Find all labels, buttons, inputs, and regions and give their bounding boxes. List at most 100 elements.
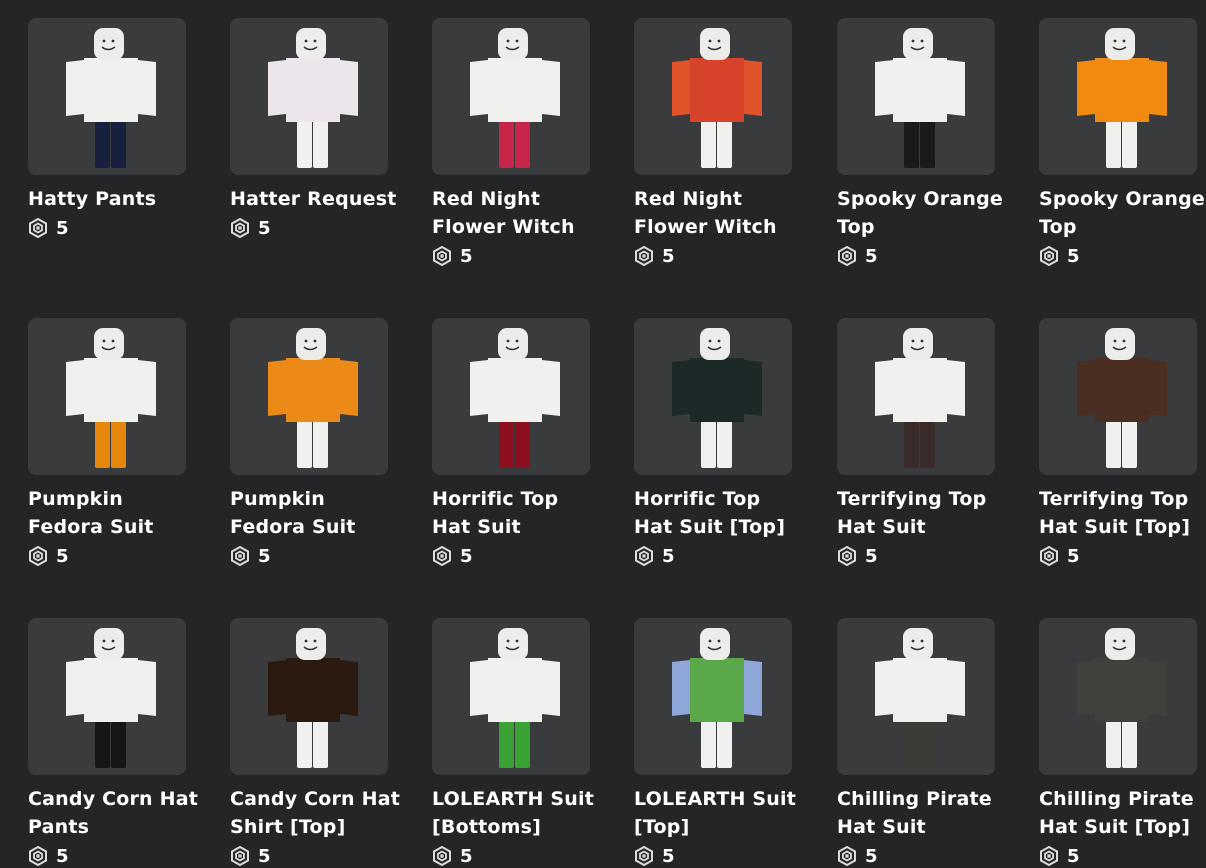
item-name[interactable]: Candy Corn Hat Shirt [Top] <box>230 785 400 841</box>
catalog-item-card[interactable]: Red Night Flower Witch 5 <box>432 18 592 268</box>
robux-icon <box>838 546 856 566</box>
item-thumbnail[interactable] <box>634 318 792 475</box>
avatar-thumbnail <box>66 28 156 168</box>
item-name[interactable]: Red Night Flower Witch <box>432 185 602 241</box>
price-value: 5 <box>662 545 675 567</box>
robux-icon <box>1040 246 1058 266</box>
catalog-item-card[interactable]: Spooky Orange Top 5 <box>1039 18 1205 268</box>
avatar-thumbnail <box>672 28 762 168</box>
catalog-item-card[interactable]: Chilling Pirate Hat Suit 5 <box>837 618 997 868</box>
catalog-item-card[interactable]: Candy Corn Hat Pants 5 <box>28 618 198 868</box>
avatar-thumbnail <box>268 628 358 768</box>
avatar-thumbnail <box>470 28 560 168</box>
robux-icon <box>29 546 47 566</box>
price-value: 5 <box>865 845 878 867</box>
avatar-thumbnail <box>66 628 156 768</box>
item-thumbnail[interactable] <box>634 18 792 175</box>
price-value: 5 <box>865 545 878 567</box>
catalog-item-card[interactable]: Horrific Top Hat Suit 5 <box>432 318 592 568</box>
item-name[interactable]: Red Night Flower Witch <box>634 185 804 241</box>
robux-icon <box>231 218 249 238</box>
item-name[interactable]: Terrifying Top Hat Suit <box>837 485 1007 541</box>
catalog-item-card[interactable]: Pumpkin Fedora Suit 5 <box>28 318 188 568</box>
catalog-item-card[interactable]: Hatty Pants 5 <box>28 18 188 240</box>
item-name[interactable]: Pumpkin Fedora Suit <box>28 485 198 541</box>
item-name[interactable]: LOLEARTH Suit [Top] <box>634 785 804 841</box>
item-name[interactable]: Chilling Pirate Hat Suit [Top] <box>1039 785 1206 841</box>
avatar-thumbnail <box>268 328 358 468</box>
avatar-thumbnail <box>1077 328 1167 468</box>
avatar-thumbnail <box>470 328 560 468</box>
price-value: 5 <box>258 845 271 867</box>
item-name[interactable]: LOLEARTH Suit [Bottoms] <box>432 785 602 841</box>
catalog-item-card[interactable]: Pumpkin Fedora Suit 5 <box>230 318 390 568</box>
price-value: 5 <box>258 545 271 567</box>
item-price: 5 <box>432 844 592 868</box>
item-thumbnail[interactable] <box>28 618 186 775</box>
robux-icon <box>635 546 653 566</box>
item-price: 5 <box>634 544 794 568</box>
price-value: 5 <box>662 845 675 867</box>
item-price: 5 <box>28 844 188 868</box>
catalog-item-card[interactable]: Horrific Top Hat Suit [Top] 5 <box>634 318 794 568</box>
avatar-thumbnail <box>66 328 156 468</box>
catalog-item-card[interactable]: Hatter Request 5 <box>230 18 396 240</box>
item-thumbnail[interactable] <box>230 18 388 175</box>
catalog-item-card[interactable]: LOLEARTH Suit [Bottoms] 5 <box>432 618 594 868</box>
item-price: 5 <box>432 544 592 568</box>
robux-icon <box>838 846 856 866</box>
price-value: 5 <box>460 845 473 867</box>
item-name[interactable]: Hatter Request <box>230 185 400 213</box>
item-thumbnail[interactable] <box>1039 618 1197 775</box>
robux-icon <box>231 546 249 566</box>
item-thumbnail[interactable] <box>837 618 995 775</box>
catalog-item-card[interactable]: Candy Corn Hat Shirt [Top] 5 <box>230 618 400 868</box>
catalog-item-card[interactable]: Terrifying Top Hat Suit [Top] 5 <box>1039 318 1199 568</box>
item-price: 5 <box>28 544 188 568</box>
catalog-item-card[interactable]: LOLEARTH Suit [Top] 5 <box>634 618 796 868</box>
catalog-item-card[interactable]: Spooky Orange Top 5 <box>837 18 1003 268</box>
item-thumbnail[interactable] <box>28 318 186 475</box>
price-value: 5 <box>1067 545 1080 567</box>
item-price: 5 <box>432 244 592 268</box>
item-name[interactable]: Spooky Orange Top <box>837 185 1007 241</box>
robux-icon <box>635 846 653 866</box>
price-value: 5 <box>1067 845 1080 867</box>
catalog-item-card[interactable]: Chilling Pirate Hat Suit [Top] 5 <box>1039 618 1199 868</box>
item-name[interactable]: Hatty Pants <box>28 185 198 213</box>
item-thumbnail[interactable] <box>432 618 590 775</box>
item-thumbnail[interactable] <box>837 18 995 175</box>
catalog-grid: Hatty Pants 5 Hatter Request 5 Red Night Flo… <box>0 0 1206 868</box>
item-thumbnail[interactable] <box>230 318 388 475</box>
price-value: 5 <box>56 545 69 567</box>
item-price: 5 <box>837 844 997 868</box>
item-name[interactable]: Chilling Pirate Hat Suit <box>837 785 1007 841</box>
robux-icon <box>433 546 451 566</box>
avatar-thumbnail <box>875 328 965 468</box>
item-thumbnail[interactable] <box>1039 318 1197 475</box>
avatar-thumbnail <box>875 28 965 168</box>
item-price: 5 <box>634 844 794 868</box>
item-thumbnail[interactable] <box>432 318 590 475</box>
robux-icon <box>29 846 47 866</box>
item-price: 5 <box>28 216 188 240</box>
item-thumbnail[interactable] <box>837 318 995 475</box>
item-thumbnail[interactable] <box>432 18 590 175</box>
catalog-item-card[interactable]: Terrifying Top Hat Suit 5 <box>837 318 997 568</box>
robux-icon <box>29 218 47 238</box>
avatar-thumbnail <box>875 628 965 768</box>
item-name[interactable]: Horrific Top Hat Suit <box>432 485 602 541</box>
item-thumbnail[interactable] <box>634 618 792 775</box>
item-thumbnail[interactable] <box>1039 18 1197 175</box>
item-name[interactable]: Pumpkin Fedora Suit <box>230 485 400 541</box>
robux-icon <box>1040 546 1058 566</box>
item-name[interactable]: Spooky Orange Top <box>1039 185 1206 241</box>
item-thumbnail[interactable] <box>230 618 388 775</box>
item-name[interactable]: Horrific Top Hat Suit [Top] <box>634 485 804 541</box>
price-value: 5 <box>662 245 675 267</box>
item-name[interactable]: Candy Corn Hat Pants <box>28 785 198 841</box>
price-value: 5 <box>258 217 271 239</box>
item-thumbnail[interactable] <box>28 18 186 175</box>
item-name[interactable]: Terrifying Top Hat Suit [Top] <box>1039 485 1206 541</box>
catalog-item-card[interactable]: Red Night Flower Witch 5 <box>634 18 794 268</box>
